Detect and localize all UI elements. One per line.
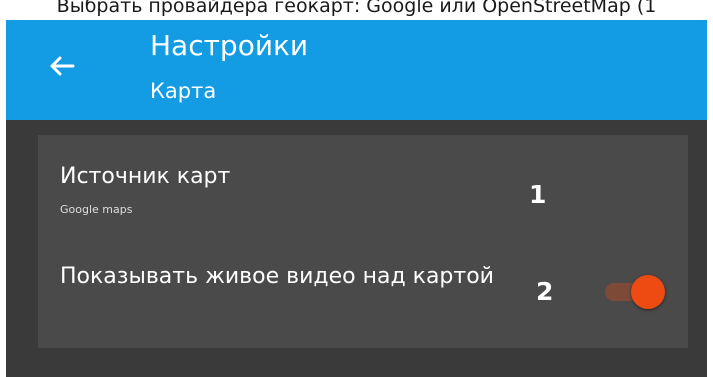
map-source-value: Google maps: [60, 203, 133, 216]
settings-screen: Настройки Карта Источник карт Google map…: [6, 20, 707, 377]
annotation-marker-2: 2: [536, 277, 554, 306]
live-video-setting-title: Показывать живое видео над картой: [60, 264, 494, 289]
map-source-title: Источник карт: [60, 164, 231, 189]
page-subtitle: Карта: [150, 79, 217, 103]
app-bar: Настройки Карта: [6, 20, 707, 120]
page-title: Настройки: [150, 29, 309, 62]
live-video-toggle[interactable]: [603, 275, 667, 311]
annotation-marker-1: 1: [529, 180, 547, 209]
arrow-left-icon[interactable]: [44, 48, 80, 84]
instruction-caption: Выбрать провайдера геокарт: Google или O…: [56, 0, 657, 17]
toggle-thumb: [631, 275, 665, 309]
settings-card: Источник карт Google maps 1 Показывать ж…: [38, 135, 688, 348]
